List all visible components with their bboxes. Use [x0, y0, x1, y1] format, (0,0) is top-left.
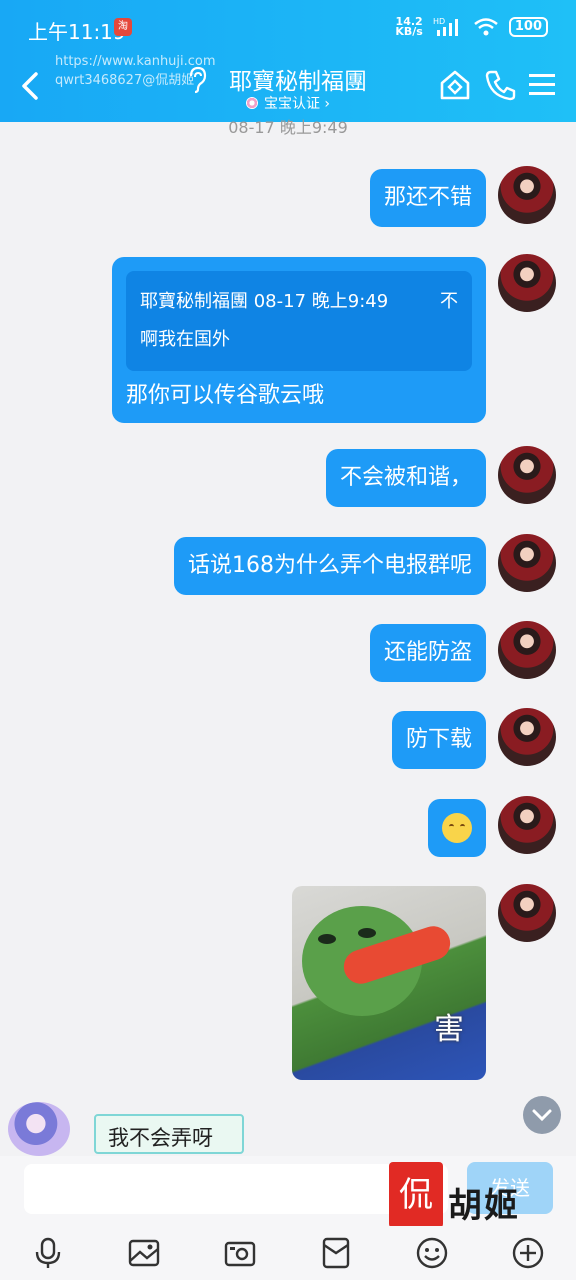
quote-text-tail: 不 [440, 291, 458, 312]
frog-eye [318, 934, 336, 944]
message-bubble[interactable]: 那还不错 [369, 169, 486, 227]
message-row: 不会被和谐， [325, 446, 556, 507]
chat-header: 上午11:19 淘 14.2 KB/s HD 100 https://www.k… [0, 0, 576, 122]
phone-icon[interactable] [484, 68, 518, 102]
message-bubble[interactable]: 还能防盗 [369, 624, 486, 682]
menu-icon[interactable] [526, 68, 560, 102]
avatar[interactable] [498, 884, 556, 942]
lollipop-icon [245, 97, 258, 109]
message-timestamp: 08-17 晚上9:49 [228, 118, 348, 137]
avatar[interactable] [498, 796, 556, 854]
red-packet-icon[interactable] [319, 1236, 353, 1270]
pensive-face-icon [442, 813, 472, 843]
status-indicators: 14.2 KB/s HD 100 [395, 16, 548, 38]
sticker-caption: 害 [434, 1012, 464, 1047]
quote-text: 啊我在国外 [140, 329, 230, 350]
input-toolbar [0, 1226, 576, 1280]
message-input[interactable] [24, 1164, 448, 1214]
quoted-message[interactable]: 耶寶秘制福團 08-17 晚上9:49 不 啊我在国外 [126, 271, 472, 371]
net-speed-unit: KB/s [395, 25, 423, 38]
microphone-icon[interactable] [31, 1236, 65, 1270]
message-bubble[interactable]: 话说168为什么弄个电报群呢 [174, 537, 486, 595]
sticker-suggestion[interactable]: 我不会弄呀 [8, 1098, 258, 1156]
quote-header: 耶寶秘制福團 08-17 晚上9:49 不 [140, 283, 458, 321]
message-row: 那还不错 [369, 166, 556, 227]
wifi-icon [474, 18, 498, 36]
chevron-right-icon: › [319, 96, 331, 112]
message-text: 那你可以传谷歌云哦 [126, 383, 325, 408]
quote-time: 08-17 晚上9:49 [253, 291, 389, 312]
message-row: 害 [292, 884, 556, 1080]
avatar[interactable] [498, 446, 556, 504]
avatar[interactable] [498, 254, 556, 312]
quote-sender: 耶寶秘制福團 [140, 291, 248, 312]
status-time: 上午11:19 [28, 20, 126, 44]
quote-meta: 耶寶秘制福團 08-17 晚上9:49 [140, 283, 388, 321]
net-speed: 14.2 KB/s [395, 16, 423, 38]
brand-watermark-text: 胡姬 [448, 1186, 520, 1226]
message-row: 防下载 [391, 708, 556, 769]
taobao-badge-icon: 淘 [114, 18, 132, 36]
message-row: 耶寶秘制福團 08-17 晚上9:49 不 啊我在国外 那你可以传谷歌云哦 [112, 254, 556, 423]
message-bubble[interactable]: 防下载 [391, 711, 486, 769]
emoji-icon[interactable] [415, 1236, 449, 1270]
scroll-to-bottom-button[interactable] [523, 1096, 561, 1134]
emoji-message-bubble[interactable] [428, 799, 486, 857]
plus-icon[interactable] [511, 1236, 545, 1270]
frog-eye [358, 928, 376, 938]
image-icon[interactable] [127, 1236, 161, 1270]
avatar[interactable] [498, 166, 556, 224]
signal-icon: HD [433, 17, 458, 36]
message-row: 还能防盗 [369, 621, 556, 682]
camera-icon[interactable] [223, 1236, 257, 1270]
message-row: 话说168为什么弄个电报群呢 [174, 534, 556, 595]
chevron-down-icon [532, 1109, 552, 1122]
sticker-suggestion-text: 我不会弄呀 [108, 1126, 213, 1150]
brand-seal-logo: 侃 [389, 1162, 443, 1228]
subtitle-text: 宝宝认证 [263, 96, 320, 112]
avatar[interactable] [498, 708, 556, 766]
reply-message-bubble[interactable]: 耶寶秘制福團 08-17 晚上9:49 不 啊我在国外 那你可以传谷歌云哦 [112, 257, 486, 423]
message-bubble[interactable]: 不会被和谐， [325, 449, 486, 507]
avatar[interactable] [498, 621, 556, 679]
svg-text:HD: HD [433, 17, 445, 26]
avatar[interactable] [498, 534, 556, 592]
battery-indicator: 100 [508, 17, 548, 37]
message-row [428, 796, 556, 857]
anime-girl-sticker-icon [8, 1102, 70, 1156]
sticker-image[interactable]: 害 [292, 886, 486, 1080]
home-icon[interactable] [438, 68, 472, 102]
